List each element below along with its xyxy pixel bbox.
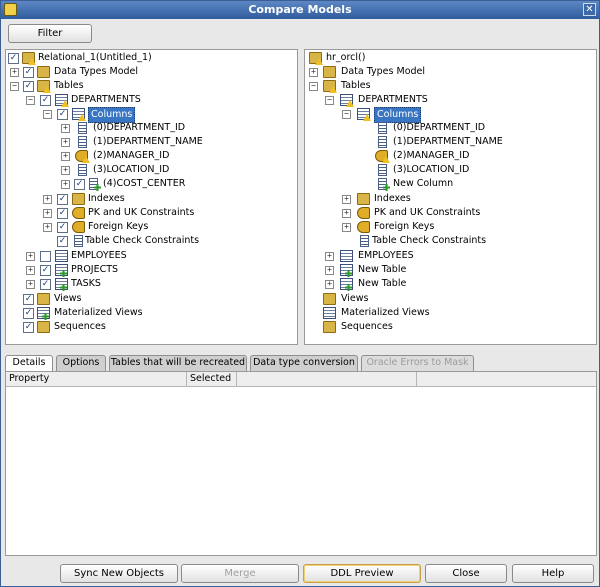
check-constraint-icon bbox=[360, 235, 369, 247]
expand-icon[interactable]: + bbox=[342, 223, 351, 232]
checkbox[interactable] bbox=[57, 109, 68, 120]
column-icon bbox=[378, 164, 387, 176]
views-icon bbox=[323, 293, 336, 305]
column-header-property[interactable]: Property bbox=[6, 372, 187, 387]
expand-icon[interactable]: + bbox=[325, 280, 334, 289]
column-header-blank bbox=[237, 372, 417, 387]
target-model-tree[interactable]: hr_orcl() + Data Types Model − Tables − … bbox=[304, 49, 597, 345]
expand-icon[interactable]: + bbox=[61, 124, 70, 133]
sequences-icon bbox=[323, 321, 336, 333]
source-model-tree[interactable]: Relational_1(Untitled_1) + Data Types Mo… bbox=[5, 49, 298, 345]
index-icon bbox=[357, 193, 370, 205]
key-icon bbox=[72, 207, 85, 219]
checkbox[interactable] bbox=[40, 251, 51, 262]
tab-details[interactable]: Details bbox=[5, 355, 53, 372]
column-header-selected[interactable]: Selected bbox=[187, 372, 237, 387]
folder-icon bbox=[323, 66, 336, 78]
expand-icon[interactable]: + bbox=[61, 152, 70, 161]
folder-icon bbox=[37, 66, 50, 78]
expand-icon[interactable]: + bbox=[10, 68, 19, 77]
tab-tables-recreated[interactable]: Tables that will be recreated bbox=[109, 355, 247, 371]
grid-header: Property Selected bbox=[6, 372, 596, 387]
column-icon bbox=[78, 122, 87, 134]
checkbox[interactable] bbox=[40, 265, 51, 276]
views-icon bbox=[37, 293, 50, 305]
expand-icon[interactable]: + bbox=[26, 266, 35, 275]
expand-icon[interactable]: + bbox=[43, 209, 52, 218]
expand-icon[interactable]: + bbox=[325, 252, 334, 261]
column-icon bbox=[378, 136, 387, 148]
filter-button[interactable]: Filter bbox=[8, 24, 92, 43]
table-icon bbox=[340, 250, 353, 262]
checkbox[interactable] bbox=[40, 279, 51, 290]
checkbox[interactable] bbox=[57, 222, 68, 233]
checkbox[interactable] bbox=[74, 179, 85, 190]
details-grid[interactable]: Property Selected bbox=[5, 371, 597, 556]
column-icon bbox=[378, 122, 387, 134]
tab-data-type-conversion[interactable]: Data type conversion bbox=[250, 355, 358, 371]
foreign-key-icon bbox=[72, 221, 85, 233]
tab-oracle-errors[interactable]: Oracle Errors to Mask bbox=[361, 355, 474, 371]
checkbox[interactable] bbox=[57, 236, 68, 247]
collapse-icon[interactable]: − bbox=[342, 110, 351, 119]
materialized-view-icon bbox=[323, 307, 336, 319]
expand-icon[interactable]: + bbox=[61, 180, 70, 189]
table-icon bbox=[55, 250, 68, 262]
expand-icon[interactable]: + bbox=[26, 252, 35, 261]
foreign-key-icon bbox=[357, 221, 370, 233]
collapse-icon[interactable]: − bbox=[43, 110, 52, 119]
tab-options[interactable]: Options bbox=[56, 355, 106, 371]
checkbox[interactable] bbox=[23, 322, 34, 333]
help-button[interactable]: Help bbox=[512, 564, 594, 583]
collapse-icon[interactable]: − bbox=[26, 96, 35, 105]
close-button[interactable]: Close bbox=[425, 564, 507, 583]
window-title: Compare Models bbox=[248, 3, 352, 16]
expand-icon[interactable]: + bbox=[342, 209, 351, 218]
expand-icon[interactable]: + bbox=[309, 68, 318, 77]
checkbox[interactable] bbox=[57, 208, 68, 219]
sequences-icon bbox=[37, 321, 50, 333]
expand-icon[interactable]: + bbox=[43, 195, 52, 204]
check-constraint-icon bbox=[74, 235, 83, 247]
checkbox[interactable] bbox=[23, 67, 34, 78]
expand-icon[interactable]: + bbox=[342, 195, 351, 204]
index-icon bbox=[72, 193, 85, 205]
checkbox[interactable] bbox=[8, 53, 19, 64]
collapse-icon[interactable]: − bbox=[309, 82, 318, 91]
sync-new-objects-button[interactable]: Sync New Objects bbox=[60, 564, 178, 583]
merge-button[interactable]: Merge bbox=[181, 564, 299, 583]
column-icon bbox=[78, 136, 87, 148]
checkbox[interactable] bbox=[23, 308, 34, 319]
expand-icon[interactable]: + bbox=[61, 166, 70, 175]
checkbox[interactable] bbox=[40, 95, 51, 106]
title-bar[interactable]: Compare Models ✕ bbox=[1, 1, 599, 19]
column-icon bbox=[78, 164, 87, 176]
expand-icon[interactable]: + bbox=[325, 266, 334, 275]
ddl-preview-button[interactable]: DDL Preview bbox=[303, 564, 421, 583]
checkbox[interactable] bbox=[23, 81, 34, 92]
collapse-icon[interactable]: − bbox=[325, 96, 334, 105]
expand-icon[interactable]: + bbox=[43, 223, 52, 232]
key-icon bbox=[357, 207, 370, 219]
checkbox[interactable] bbox=[23, 294, 34, 305]
collapse-icon[interactable]: − bbox=[10, 82, 19, 91]
close-window-icon[interactable]: ✕ bbox=[583, 3, 596, 16]
expand-icon[interactable]: + bbox=[26, 280, 35, 289]
compare-models-dialog: Compare Models ✕ Filter Relational_1(Unt… bbox=[0, 0, 600, 587]
checkbox[interactable] bbox=[57, 194, 68, 205]
expand-icon[interactable]: + bbox=[61, 138, 70, 147]
